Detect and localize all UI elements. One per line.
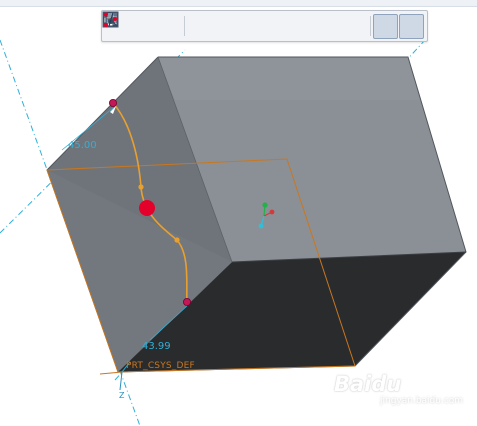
csys-axis-x	[99, 371, 123, 375]
datum-display-button[interactable]	[104, 13, 316, 39]
cube-highlight	[158, 57, 420, 100]
curve-endpoint-top[interactable]	[109, 99, 118, 108]
point-display-button[interactable]	[104, 12, 424, 39]
curve-endpoint-bottom[interactable]	[182, 297, 191, 306]
spin-center-button[interactable]	[104, 13, 368, 39]
view-manager-button[interactable]	[103, 13, 290, 39]
axis-z-label: Z	[119, 391, 125, 400]
view-toolbar: AB	[101, 10, 428, 42]
model-canvas[interactable]	[0, 0, 477, 426]
plane-tag-button[interactable]	[104, 12, 398, 39]
triad-x-tip	[269, 209, 275, 215]
annotation-display-button[interactable]	[103, 12, 342, 39]
zoom-in-button[interactable]	[103, 12, 156, 39]
zoom-out-button[interactable]	[103, 12, 182, 39]
curve-point-2[interactable]	[174, 237, 180, 243]
watermark-subtext: jingyan.baidu.com	[380, 396, 464, 406]
triad-z-tip	[258, 223, 264, 229]
graphics-viewport[interactable]: 45.00 43.99 PRT_CSYS_DEF Z Baidu jingyan…	[0, 0, 477, 426]
watermark-brand: Baidu	[334, 372, 402, 396]
dimension-top-label[interactable]: 45.00	[68, 140, 97, 151]
csys-label[interactable]: PRT_CSYS_DEF	[126, 361, 195, 371]
watermark: Baidu jingyan.baidu.com	[334, 372, 463, 406]
dimension-bottom-label[interactable]: 43.99	[142, 341, 171, 352]
toolbar-separator	[184, 16, 185, 36]
toolbar-separator	[370, 16, 371, 36]
repaint-button[interactable]	[103, 12, 212, 39]
point-display-icon	[104, 12, 117, 27]
display-style-button[interactable]	[104, 13, 238, 39]
selected-point-marker[interactable]	[139, 200, 155, 216]
saved-views-button[interactable]: AB	[103, 13, 264, 39]
curve-point-1[interactable]	[138, 184, 144, 190]
triad-y-tip	[262, 202, 268, 208]
